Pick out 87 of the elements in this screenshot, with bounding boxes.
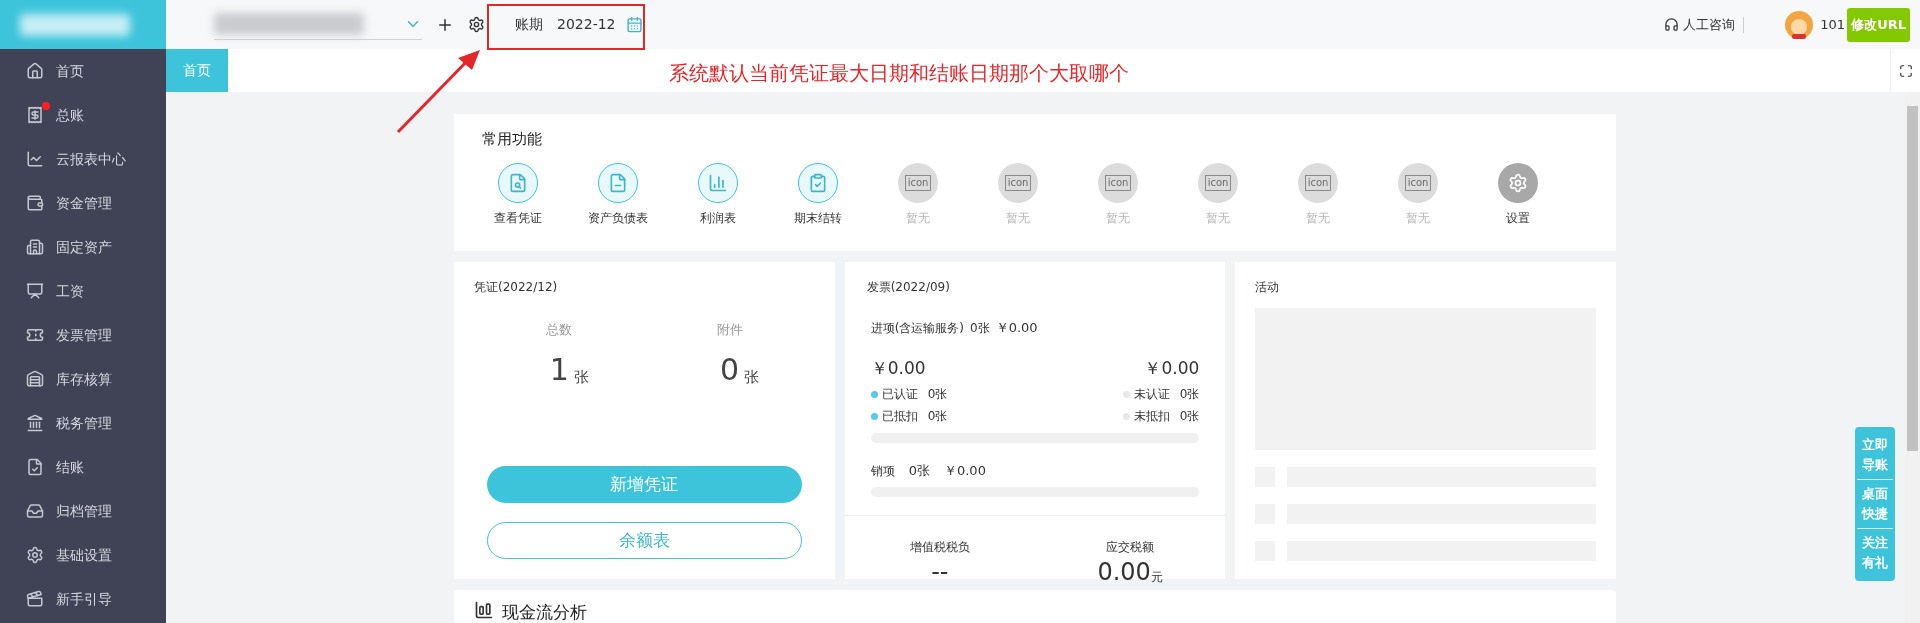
sidebar-item[interactable]: 税务管理	[0, 401, 166, 445]
stat-value: 0	[719, 350, 740, 389]
film-icon	[26, 590, 44, 608]
status-label: 已抵扣	[881, 408, 918, 425]
input-invoice-amount: ￥0.00	[995, 319, 1038, 337]
card-title: 活动	[1255, 279, 1281, 296]
sidebar-item[interactable]: 发票管理	[0, 313, 166, 357]
status-count: 0张	[1179, 386, 1200, 403]
home-icon	[26, 62, 44, 80]
sidebar-item[interactable]: 库存核算	[0, 357, 166, 401]
avatar-icon[interactable]	[1784, 9, 1815, 40]
support-link[interactable]: 人工咨询	[1683, 14, 1736, 35]
stat-value: 1	[549, 350, 569, 389]
sidebar-item[interactable]: 固定资产	[0, 225, 166, 269]
invoice-total: ￥0.00	[1144, 356, 1200, 380]
ticket-icon	[26, 326, 44, 344]
headset-icon[interactable]	[1664, 17, 1680, 32]
settings-icon	[1508, 172, 1528, 193]
card-title: 现金流分析	[502, 601, 587, 623]
bar-chart-icon	[708, 172, 728, 193]
inbox-icon	[26, 502, 44, 520]
tax-unit: 元	[1150, 568, 1163, 586]
status-count: 0张	[927, 386, 948, 403]
document-minus-icon	[608, 172, 628, 193]
settings-icon	[26, 546, 44, 564]
clipboard-icon	[808, 172, 828, 193]
bar-chart-icon	[474, 600, 494, 620]
placeholder-icon: icon	[1004, 174, 1032, 191]
status-label: 已认证	[881, 386, 918, 403]
scrollbar-thumb[interactable]	[1907, 106, 1918, 451]
function-label[interactable]: 设置	[1506, 208, 1530, 227]
calendar-icon[interactable]	[625, 16, 643, 33]
function-label[interactable]: 期末结转	[794, 208, 842, 227]
input-invoice-count: 0张	[970, 319, 990, 337]
invoice-total: ￥0.00	[870, 356, 926, 380]
stat-unit: 张	[744, 366, 759, 388]
function-label[interactable]: 资产负债表	[588, 208, 648, 227]
output-invoice-count: 0张	[908, 462, 930, 480]
function-label[interactable]: 利润表	[700, 208, 736, 227]
stat-label: 总数	[546, 321, 573, 339]
output-invoice-label: 销项	[870, 462, 895, 480]
landmark-icon	[26, 414, 44, 432]
line-chart-icon	[26, 150, 44, 168]
placeholder-icon: icon	[904, 174, 932, 191]
fullscreen-icon	[1898, 63, 1913, 78]
sidebar-item[interactable]: 首页	[0, 49, 166, 93]
sidebar-item[interactable]: 新手引导	[0, 577, 166, 621]
sidebar-item[interactable]: 云报表中心	[0, 137, 166, 181]
status-label: 未抵扣	[1133, 408, 1170, 425]
tax-label: 增值税税负	[909, 538, 970, 556]
tax-value: --	[931, 556, 949, 588]
wallet-icon	[26, 194, 44, 212]
sidebar-item[interactable]: 资金管理	[0, 181, 166, 225]
card-title: 凭证(2022/12)	[474, 279, 559, 296]
sidebar-item[interactable]: 归档管理	[0, 489, 166, 533]
output-invoice-amount: ￥0.00	[943, 462, 986, 480]
period-label: 账期	[515, 15, 543, 34]
stat-unit: 张	[573, 366, 589, 388]
warehouse-icon	[26, 370, 44, 388]
user-id: 101	[1820, 15, 1846, 34]
tax-label: 应交税额	[1106, 538, 1155, 556]
chart-board-icon	[26, 282, 44, 300]
sidebar-item[interactable]: 结账	[0, 445, 166, 489]
scrollbar[interactable]	[1905, 92, 1920, 623]
input-invoice-label: 进项(含运输服务)	[870, 319, 965, 337]
sidebar-item[interactable]: 基础设置	[0, 533, 166, 577]
settings-icon[interactable]	[468, 16, 485, 33]
card-title: 发票(2022/09)	[866, 279, 951, 296]
placeholder-icon: icon	[1404, 174, 1432, 191]
card-title: 常用功能	[482, 129, 543, 150]
status-count: 0张	[1179, 408, 1200, 425]
placeholder-icon: icon	[1304, 174, 1332, 191]
sidebar-item[interactable]: 总账	[0, 93, 166, 137]
tax-value: 0.00	[1097, 556, 1151, 588]
placeholder-icon: icon	[1204, 174, 1232, 191]
placeholder-icon: icon	[1104, 174, 1132, 191]
sidebar-item[interactable]: 工资	[0, 269, 166, 313]
annotation-text: 系统默认当前凭证最大日期和结账日期那个大取哪个	[669, 60, 1129, 87]
document-search-icon	[508, 172, 528, 193]
receipt-icon	[26, 106, 44, 124]
status-label: 未认证	[1133, 386, 1170, 403]
function-label[interactable]: 查看凭证	[494, 208, 542, 227]
period-field[interactable]: 2022-12	[557, 14, 616, 35]
building-icon	[26, 238, 44, 256]
status-count: 0张	[927, 408, 948, 425]
stat-label: 附件	[716, 321, 743, 339]
file-check-icon	[26, 458, 44, 476]
